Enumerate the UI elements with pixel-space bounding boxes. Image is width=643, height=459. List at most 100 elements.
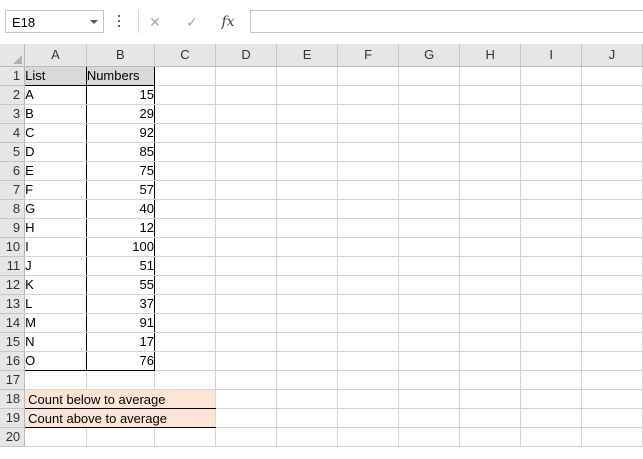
cell-I10[interactable] xyxy=(520,237,582,257)
column-header-G[interactable]: G xyxy=(398,44,461,67)
cell-B20[interactable] xyxy=(86,427,155,447)
cell-E17[interactable] xyxy=(276,370,339,390)
cell-C16[interactable] xyxy=(154,351,217,371)
cell-D17[interactable] xyxy=(215,370,278,390)
cell-C4[interactable] xyxy=(154,123,217,143)
cell-C6[interactable] xyxy=(154,161,217,181)
cell-F17[interactable] xyxy=(337,370,400,390)
cell-A4[interactable]: C xyxy=(24,123,87,143)
cell-B4[interactable]: 92 xyxy=(86,123,155,143)
cell-I14[interactable] xyxy=(520,313,582,333)
cell-B5[interactable]: 85 xyxy=(86,142,155,162)
cell-B9[interactable]: 12 xyxy=(86,218,155,238)
cell-C12[interactable] xyxy=(154,275,217,295)
cell-H3[interactable] xyxy=(459,104,522,124)
cell-I19[interactable] xyxy=(520,408,582,428)
cell-J1[interactable] xyxy=(581,66,643,86)
cell-G14[interactable] xyxy=(398,313,461,333)
cell-I11[interactable] xyxy=(520,256,582,276)
cell-G10[interactable] xyxy=(398,237,461,257)
formula-input[interactable] xyxy=(250,10,643,33)
cell-J14[interactable] xyxy=(581,313,643,333)
cell-D7[interactable] xyxy=(215,180,278,200)
cell-C9[interactable] xyxy=(154,218,217,238)
cell-J19[interactable] xyxy=(581,408,643,428)
cell-C13[interactable] xyxy=(154,294,217,314)
row-header[interactable]: 14 xyxy=(0,313,26,333)
cell-E1[interactable] xyxy=(276,66,339,86)
cell-G17[interactable] xyxy=(398,370,461,390)
cell-I7[interactable] xyxy=(520,180,582,200)
cell-J3[interactable] xyxy=(581,104,643,124)
cell-I3[interactable] xyxy=(520,104,582,124)
cell-I5[interactable] xyxy=(520,142,582,162)
cell-B13[interactable]: 37 xyxy=(86,294,155,314)
cell-D16[interactable] xyxy=(215,351,278,371)
cell-B14[interactable]: 91 xyxy=(86,313,155,333)
row-header[interactable]: 5 xyxy=(0,142,26,162)
cell-A1[interactable]: List xyxy=(24,65,87,86)
cell-G16[interactable] xyxy=(398,351,461,371)
cell-D10[interactable] xyxy=(215,237,278,257)
cell-J7[interactable] xyxy=(581,180,643,200)
cell-A17[interactable] xyxy=(24,370,87,390)
cell-C15[interactable] xyxy=(154,332,217,352)
cell-A3[interactable]: B xyxy=(24,104,87,124)
row-header[interactable]: 6 xyxy=(0,161,26,181)
cell-B2[interactable]: 15 xyxy=(86,85,155,105)
row-header[interactable]: 4 xyxy=(0,123,26,143)
cell-C20[interactable] xyxy=(154,427,217,447)
cell-C7[interactable] xyxy=(154,180,217,200)
cell-H12[interactable] xyxy=(459,275,522,295)
select-all-button[interactable] xyxy=(0,44,26,67)
cell-I18[interactable] xyxy=(520,389,582,409)
cell-A7[interactable]: F xyxy=(24,180,87,200)
cell-D3[interactable] xyxy=(215,104,278,124)
cell-I12[interactable] xyxy=(520,275,582,295)
cell-I13[interactable] xyxy=(520,294,582,314)
cell-E9[interactable] xyxy=(276,218,339,238)
cell-A6[interactable]: E xyxy=(24,161,87,181)
cell-E2[interactable] xyxy=(276,85,339,105)
cell-F13[interactable] xyxy=(337,294,400,314)
cell-H4[interactable] xyxy=(459,123,522,143)
cell-F19[interactable] xyxy=(337,408,400,428)
row-header[interactable]: 19 xyxy=(0,408,26,428)
cell-J17[interactable] xyxy=(581,370,643,390)
row-header[interactable]: 7 xyxy=(0,180,26,200)
cell-A18[interactable]: Count below to average xyxy=(24,389,165,409)
cell-D12[interactable] xyxy=(215,275,278,295)
cell-E4[interactable] xyxy=(276,123,339,143)
cell-F6[interactable] xyxy=(337,161,400,181)
cell-B6[interactable]: 75 xyxy=(86,161,155,181)
row-header[interactable]: 8 xyxy=(0,199,26,219)
row-header[interactable]: 10 xyxy=(0,237,26,257)
cell-C17[interactable] xyxy=(154,370,217,390)
cell-C14[interactable] xyxy=(154,313,217,333)
cell-J18[interactable] xyxy=(581,389,643,409)
cell-A12[interactable]: K xyxy=(24,275,87,295)
cell-E20[interactable] xyxy=(276,427,339,447)
cell-B7[interactable]: 57 xyxy=(86,180,155,200)
cell-C5[interactable] xyxy=(154,142,217,162)
cell-H11[interactable] xyxy=(459,256,522,276)
cell-I16[interactable] xyxy=(520,351,582,371)
cell-F20[interactable] xyxy=(337,427,400,447)
cell-F16[interactable] xyxy=(337,351,400,371)
cell-F8[interactable] xyxy=(337,199,400,219)
column-header-C[interactable]: C xyxy=(154,44,217,67)
cell-F11[interactable] xyxy=(337,256,400,276)
cell-A8[interactable]: G xyxy=(24,199,87,219)
cell-G18[interactable] xyxy=(398,389,461,409)
cell-I20[interactable] xyxy=(520,427,582,447)
cell-E15[interactable] xyxy=(276,332,339,352)
cell-F14[interactable] xyxy=(337,313,400,333)
cell-E14[interactable] xyxy=(276,313,339,333)
cell-J16[interactable] xyxy=(581,351,643,371)
cell-C11[interactable] xyxy=(154,256,217,276)
more-options-icon[interactable] xyxy=(118,15,121,29)
cell-F2[interactable] xyxy=(337,85,400,105)
cell-F1[interactable] xyxy=(337,66,400,86)
row-header[interactable]: 20 xyxy=(0,427,26,447)
cell-A13[interactable]: L xyxy=(24,294,87,314)
